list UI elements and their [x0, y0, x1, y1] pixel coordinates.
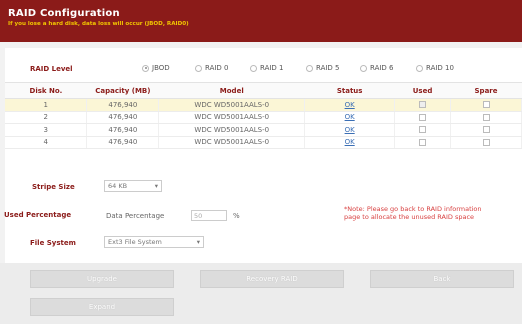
col-model: Model [158, 82, 305, 99]
used-cell [394, 111, 452, 124]
radio-raid5[interactable]: RAID 5 [306, 64, 340, 72]
radio-raid1[interactable]: RAID 1 [250, 64, 284, 72]
col-status: Status [304, 82, 395, 99]
capacity: 476,940 [86, 98, 160, 112]
data-percentage-input[interactable]: 50 [191, 210, 227, 221]
model: WDC WD5001AALS-0 [158, 98, 306, 112]
chevron-down-icon: ▾ [196, 238, 200, 246]
warning-subtitle: If you lose a hard disk, data loss will … [8, 21, 189, 27]
col-disk-no: Disk No. [5, 82, 87, 99]
disk-no: 1 [5, 98, 88, 112]
radio-dot [195, 64, 202, 72]
col-used: Used [394, 82, 451, 99]
spare-cell [450, 123, 522, 137]
spare-checkbox[interactable] [482, 113, 490, 121]
status-link[interactable]: OK [345, 126, 355, 134]
used-cell [394, 136, 452, 149]
file-system-label: File System [30, 239, 76, 247]
data-percentage-value: 50 [194, 211, 203, 220]
capacity: 476,940 [86, 136, 160, 149]
model: WDC WD5001AALS-0 [158, 123, 306, 137]
upgrade-button[interactable]: Upgrade [30, 270, 174, 288]
back-button[interactable]: Back [370, 270, 514, 288]
radio-raid6[interactable]: RAID 6 [360, 64, 394, 72]
col-spare: Spare [450, 82, 522, 99]
disk-no: 3 [5, 123, 88, 137]
radio-dot [416, 64, 423, 72]
header-bar: RAID Configuration If you lose a hard di… [0, 0, 522, 42]
used-cell [394, 98, 452, 112]
radio-raid10[interactable]: RAID 10 [416, 64, 454, 72]
spare-cell [450, 136, 522, 149]
spare-checkbox[interactable] [482, 138, 490, 146]
table-row[interactable]: 3 476,940 WDC WD5001AALS-0 OK [5, 123, 522, 137]
status-cell: OK [304, 136, 396, 149]
page-title: RAID Configuration [8, 8, 120, 19]
radio-dot [360, 64, 367, 72]
stripe-size-select[interactable]: 64 KB ▾ [104, 180, 162, 192]
raid-level-options: JBOD RAID 0 RAID 1 RAID 5 RAID 6 RAID 10 [0, 62, 522, 78]
radio-dot [306, 64, 313, 72]
used-percentage-label: Used Percentage [4, 211, 72, 219]
status-link[interactable]: OK [345, 113, 355, 121]
used-cell [394, 123, 452, 137]
recovery-raid-button[interactable]: Recovery RAID [200, 270, 344, 288]
stripe-size-value: 64 KB [108, 182, 128, 190]
table-row[interactable]: 4 476,940 WDC WD5001AALS-0 OK [5, 136, 522, 149]
note-text: *Note: Please go back to RAID informatio… [344, 205, 482, 221]
status-cell: OK [304, 123, 396, 137]
chevron-down-icon: ▾ [154, 182, 158, 190]
used-checkbox[interactable] [419, 113, 427, 121]
percent-unit: % [233, 212, 240, 220]
status-link[interactable]: OK [345, 101, 355, 109]
file-system-select[interactable]: Ext3 File System ▾ [104, 236, 204, 248]
radio-dot [142, 64, 149, 72]
spare-cell [450, 111, 522, 124]
radio-jbod[interactable]: JBOD [142, 64, 170, 72]
spare-checkbox[interactable] [482, 126, 490, 134]
used-checkbox[interactable] [419, 101, 427, 109]
status-cell: OK [304, 111, 396, 124]
disk-table: Disk No. Capacity (MB) Model Status Used… [5, 82, 522, 149]
col-capacity: Capacity (MB) [86, 82, 159, 99]
table-header-row: Disk No. Capacity (MB) Model Status Used… [5, 82, 522, 99]
expand-button[interactable]: Expand [30, 298, 174, 316]
spare-cell [450, 98, 522, 112]
used-checkbox[interactable] [419, 138, 427, 146]
spare-checkbox[interactable] [482, 101, 490, 109]
table-row[interactable]: 2 476,940 WDC WD5001AALS-0 OK [5, 111, 522, 124]
radio-dot [250, 64, 257, 72]
model: WDC WD5001AALS-0 [158, 136, 306, 149]
table-row[interactable]: 1 476,940 WDC WD5001AALS-0 OK [5, 98, 522, 112]
data-percentage-label: Data Percentage [106, 212, 165, 220]
stripe-size-label: Stripe Size [32, 183, 75, 191]
model: WDC WD5001AALS-0 [158, 111, 306, 124]
capacity: 476,940 [86, 111, 160, 124]
status-cell: OK [304, 98, 396, 112]
capacity: 476,940 [86, 123, 160, 137]
file-system-value: Ext3 File System [108, 238, 162, 246]
status-link[interactable]: OK [345, 138, 355, 146]
radio-raid0[interactable]: RAID 0 [195, 64, 229, 72]
disk-no: 4 [5, 136, 88, 149]
disk-no: 2 [5, 111, 88, 124]
used-checkbox[interactable] [419, 126, 427, 134]
